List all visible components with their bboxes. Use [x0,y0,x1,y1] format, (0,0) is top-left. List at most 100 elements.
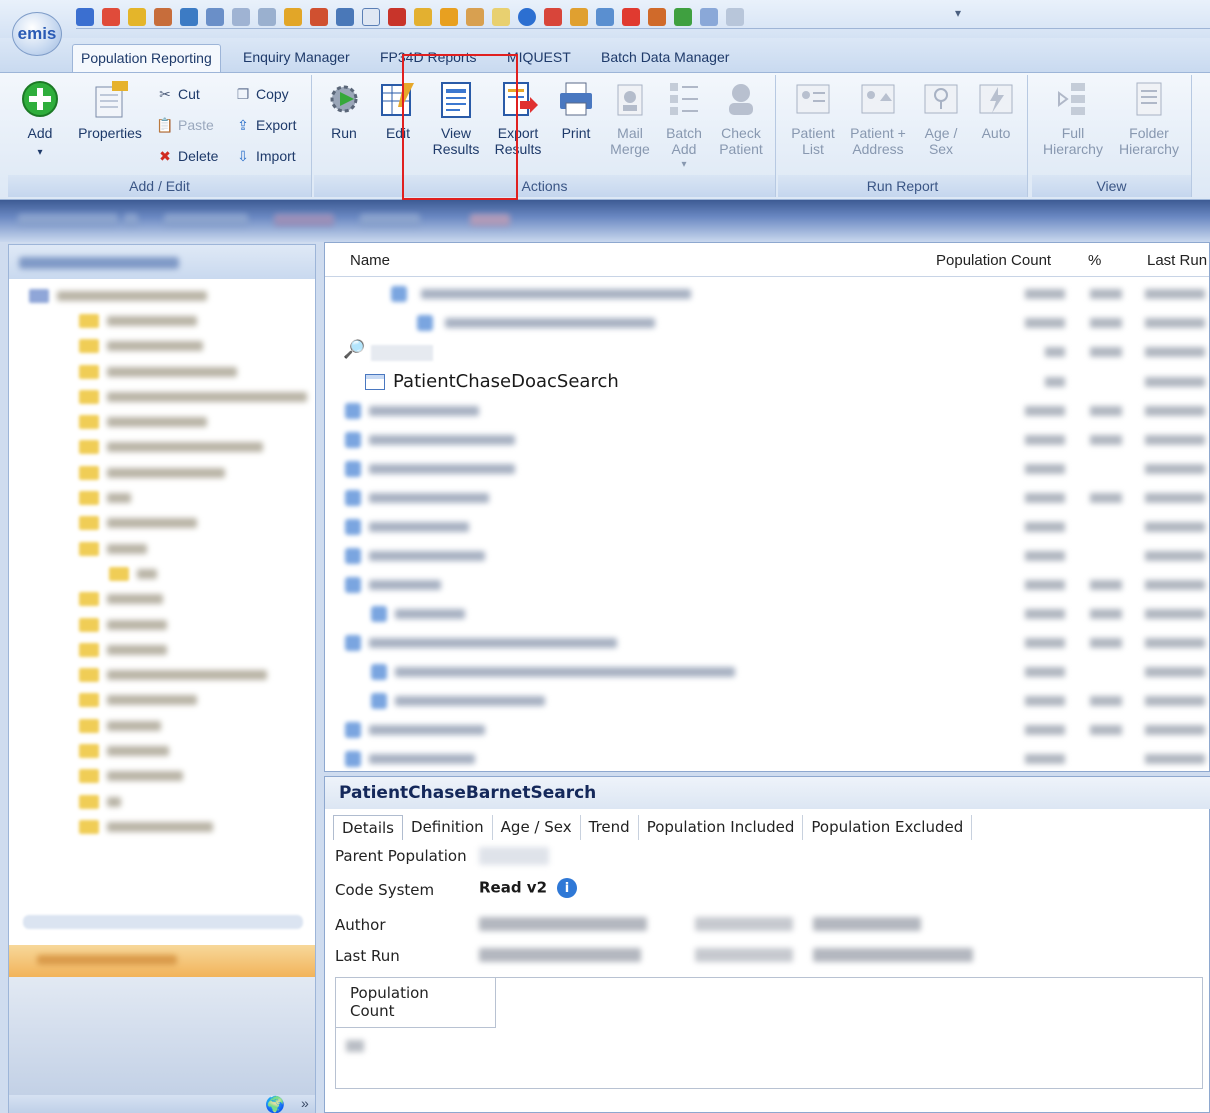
tree-item[interactable] [9,308,315,333]
strip-item[interactable] [360,214,420,226]
checklist-icon[interactable] [596,8,614,26]
list-item[interactable] [325,570,1209,599]
list-item[interactable] [325,367,1209,396]
list-item[interactable] [325,308,1209,337]
tree-item[interactable] [9,334,315,359]
tree-item[interactable] [9,637,315,662]
share-icon[interactable] [336,8,354,26]
calendar-icon[interactable] [206,8,224,26]
list-item[interactable] [325,628,1209,657]
folder-hierarchy-button[interactable]: Folder Hierarchy [1114,79,1184,157]
app-logo[interactable]: emis [12,12,62,56]
list-item[interactable] [325,425,1209,454]
list-item[interactable] [325,599,1209,628]
home-icon[interactable] [102,8,120,26]
list-item[interactable] [325,715,1209,744]
pencil-icon[interactable] [128,8,146,26]
parent-population-value[interactable] [479,847,549,865]
tree-item[interactable] [9,587,315,612]
note-icon[interactable] [492,8,510,26]
expand-chevron-icon[interactable]: » [301,1095,309,1111]
mail-icon[interactable] [258,8,276,26]
list-item[interactable] [325,541,1209,570]
people-icon[interactable] [310,8,328,26]
strip-item[interactable] [274,214,334,226]
column-name[interactable]: Name [350,252,390,269]
document-icon[interactable] [232,8,250,26]
patient-list-button[interactable]: Patient List [786,79,840,157]
folder-icon[interactable] [180,8,198,26]
horizontal-scrollbar[interactable] [23,915,303,929]
batch-add-dropdown-icon[interactable]: ▾ [660,157,708,173]
tree-item[interactable] [9,384,315,409]
list-item[interactable] [325,337,1209,366]
strip-item[interactable] [470,214,510,226]
delete-button[interactable]: ✖ Delete [156,147,218,165]
properties-button[interactable]: Properties [70,79,150,141]
tree-item[interactable] [9,764,315,789]
auto-button[interactable]: Auto [972,79,1020,141]
customize-toolbar-icon[interactable]: ▾ [955,6,961,20]
tree-item[interactable] [9,435,315,460]
tree-item[interactable] [9,713,315,738]
leaf-icon[interactable] [674,8,692,26]
list-item[interactable] [325,396,1209,425]
tree-item[interactable] [9,511,315,536]
tab-age-sex[interactable]: Age / Sex [493,815,581,840]
tab-population-excluded[interactable]: Population Excluded [803,815,973,840]
export-button[interactable]: ⇪ Export [234,116,296,134]
tree-item[interactable] [9,789,315,814]
tree-item[interactable] [9,485,315,510]
tree-item[interactable] [9,662,315,687]
list-item[interactable] [325,686,1209,715]
run-button[interactable]: Run [320,79,368,141]
info-icon[interactable]: i [557,878,578,898]
add-dropdown-icon[interactable]: ▾ [14,145,66,161]
person-icon[interactable] [570,8,588,26]
gear-icon[interactable] [700,8,718,26]
brush-icon[interactable] [544,8,562,26]
check-patient-button[interactable]: Check Patient [714,79,768,157]
tree-item[interactable] [9,283,315,308]
tree-item[interactable] [9,460,315,485]
pin-icon[interactable] [440,8,458,26]
full-hierarchy-button[interactable]: Full Hierarchy [1038,79,1108,157]
globe-icon[interactable]: 🌍 [265,1095,285,1113]
paste-button[interactable]: 📋 Paste [156,116,214,134]
selected-section-bar[interactable] [9,945,315,977]
mail-merge-button[interactable]: Mail Merge [606,79,654,157]
padlock-icon[interactable] [414,8,432,26]
list-item[interactable] [325,483,1209,512]
list-item[interactable] [325,454,1209,483]
tab-details[interactable]: Details [333,815,404,840]
list-item[interactable] [325,657,1209,686]
import-button[interactable]: ⇩ Import [234,147,296,165]
flag-icon[interactable] [622,8,640,26]
magnify-icon[interactable] [466,8,484,26]
tree-item[interactable] [9,409,315,434]
lock-icon[interactable] [284,8,302,26]
tree-item[interactable] [9,359,315,384]
strip-item[interactable] [124,214,138,226]
tree-item[interactable] [9,738,315,763]
list-item[interactable] [325,744,1209,771]
tree-item[interactable] [9,561,315,586]
strip-item[interactable] [18,214,118,226]
grid-icon[interactable] [388,8,406,26]
tree-item[interactable] [9,688,315,713]
window-icon[interactable] [362,8,380,26]
list-item[interactable] [325,512,1209,541]
print-button[interactable]: Print [552,79,600,141]
strip-item[interactable] [164,214,248,226]
column-percent[interactable]: % [1088,252,1101,269]
column-last-run[interactable]: Last Run [1147,252,1207,269]
tree-item[interactable] [9,536,315,561]
list-item[interactable] [325,279,1209,308]
tab-population-reporting[interactable]: Population Reporting [72,44,221,72]
add-button[interactable]: Add ▾ [14,79,66,161]
user-group-icon[interactable] [648,8,666,26]
tab-enquiry-manager[interactable]: Enquiry Manager [235,44,358,72]
age-sex-button[interactable]: Age / Sex [916,79,966,157]
tab-definition[interactable]: Definition [403,815,493,840]
batch-add-button[interactable]: Batch Add ▾ [660,79,708,173]
